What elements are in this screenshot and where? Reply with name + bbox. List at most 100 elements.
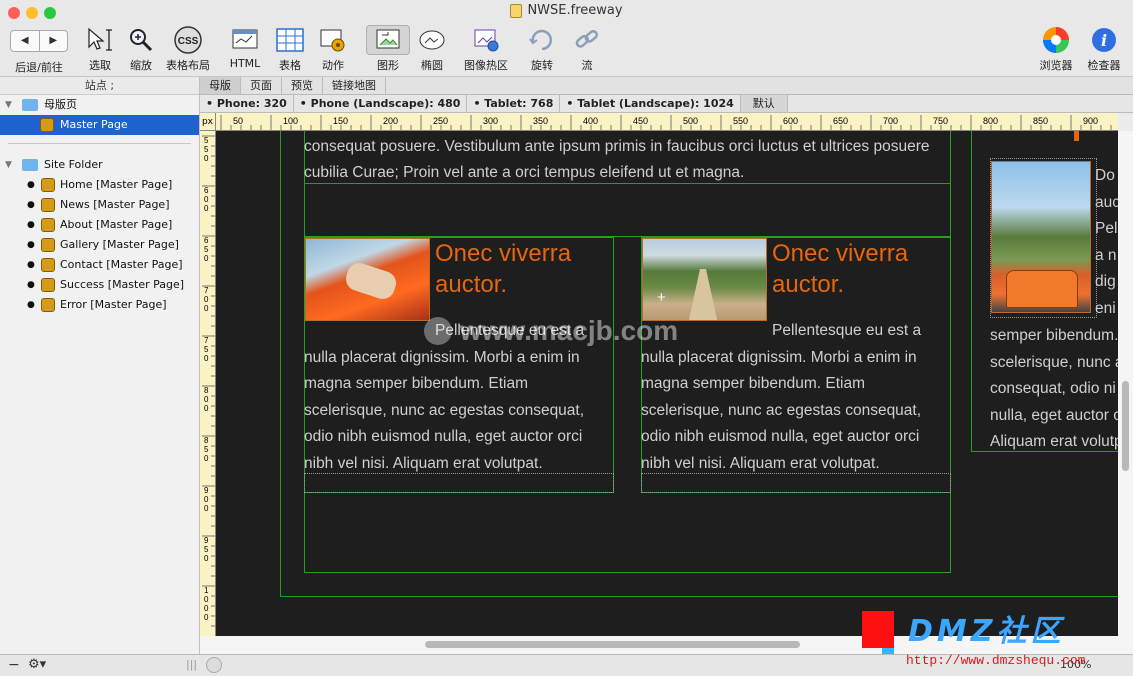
- card-right-image-frame: [990, 158, 1097, 318]
- ruler-label: 7: [204, 286, 209, 295]
- ruler-label: 300: [483, 116, 498, 126]
- ruler-label: 1: [204, 586, 209, 595]
- intro-bottom-box[interactable]: [304, 183, 951, 237]
- sidebar-page-row[interactable]: ● Home [Master Page]: [0, 175, 199, 195]
- status-bar: − ⚙▾ ||| 100% http://www.dmzshequ.com: [0, 653, 1133, 676]
- disclosure-triangle-icon[interactable]: ▼: [5, 95, 12, 115]
- flow-tool[interactable]: 流: [572, 25, 602, 73]
- remove-button[interactable]: −: [8, 657, 20, 673]
- graphic-label: 图形: [377, 59, 399, 72]
- card-body-line: magna semper bibendum. Etiam: [304, 375, 529, 393]
- horizontal-ruler: 50 100 150 200 250 300 350 400 450 500 550 600 650 70…: [216, 113, 1118, 131]
- image-hotspot-tool[interactable]: 图像热区: [462, 25, 510, 73]
- browser-color-wheel-icon: [1041, 25, 1071, 55]
- master-group-label: 母版页: [44, 98, 77, 111]
- resize-handle-icon[interactable]: |||: [186, 658, 197, 671]
- nav-segment[interactable]: ◀ ▶: [10, 30, 68, 52]
- card-middle-image[interactable]: +: [642, 238, 767, 321]
- ellipse-tool[interactable]: 椭圆: [416, 25, 448, 73]
- ruler-label: 800: [983, 116, 998, 126]
- bullet-icon: ●: [27, 180, 35, 190]
- sidebar-page-label: Success [Master Page]: [60, 278, 185, 291]
- sidebar-page-row[interactable]: ● Contact [Master Page]: [0, 255, 199, 275]
- ruler-label: 0: [204, 204, 209, 213]
- vertical-scroll-thumb[interactable]: [1122, 381, 1129, 471]
- back-button[interactable]: ◀: [11, 31, 40, 51]
- ruler-label: 0: [204, 613, 209, 622]
- sidebar-page-row[interactable]: ● Gallery [Master Page]: [0, 235, 199, 255]
- ellipse-label: 椭圆: [421, 59, 443, 72]
- ruler-label: 150: [333, 116, 348, 126]
- rotate-label: 旋转: [531, 59, 553, 72]
- info-icon: i: [1089, 25, 1119, 55]
- zoom-tool[interactable]: 缩放: [126, 25, 156, 73]
- sidebar-divider: [0, 135, 199, 155]
- ruler-label: 0: [204, 604, 209, 613]
- horizontal-scroll-thumb[interactable]: [425, 641, 800, 648]
- window-titlebar: NWSE.freeway: [0, 0, 1133, 22]
- ruler-label: 0: [204, 354, 209, 363]
- css-layout-tool[interactable]: CSS 表格布局: [163, 25, 213, 73]
- card-body-line: nulla placerat dignissim. Morbi a enim i…: [304, 348, 580, 366]
- right-column-line: a n: [1095, 246, 1117, 264]
- sidebar-header[interactable]: 站点 ;: [0, 77, 199, 95]
- ruler-label: 5: [204, 245, 209, 254]
- disclosure-triangle-icon[interactable]: ▼: [5, 155, 12, 175]
- site-folder-row[interactable]: ▼ Site Folder: [0, 155, 199, 175]
- design-canvas[interactable]: consequat posuere. Vestibulum ante ipsum…: [216, 131, 1118, 636]
- flow-label: 流: [581, 59, 593, 72]
- folder-icon: [22, 159, 38, 171]
- action-label: 动作: [322, 59, 344, 72]
- master-page-label: Master Page: [60, 118, 128, 131]
- breakpoint-phone[interactable]: • Phone: 320: [200, 95, 294, 112]
- table-tool[interactable]: 表格: [273, 25, 307, 73]
- card-body-line: nulla placerat dignissim. Morbi a enim i…: [641, 348, 917, 366]
- tab-link-map[interactable]: 链接地图: [323, 77, 386, 94]
- gear-menu-button[interactable]: ⚙▾: [28, 657, 46, 672]
- browser-button[interactable]: 浏览器: [1038, 25, 1074, 73]
- breakpoint-default[interactable]: 默认: [740, 95, 788, 112]
- right-column-line: nulla, eget auctor o: [990, 406, 1118, 424]
- zoom-label: 缩放: [130, 59, 152, 72]
- dmz-brand: DMZ社区: [908, 614, 1065, 649]
- sidebar-page-row[interactable]: ● About [Master Page]: [0, 215, 199, 235]
- sidebar-page-row[interactable]: ● News [Master Page]: [0, 195, 199, 215]
- preview-toggle-icon[interactable]: [206, 657, 222, 673]
- inspector-button[interactable]: i 检查器: [1086, 25, 1122, 73]
- forward-button[interactable]: ▶: [40, 31, 68, 51]
- master-group-row[interactable]: ▼ 母版页: [0, 95, 199, 115]
- minimize-button[interactable]: [26, 7, 38, 19]
- sidebar-page-row[interactable]: ● Success [Master Page]: [0, 275, 199, 295]
- breakpoint-tablet-landscape[interactable]: • Tablet (Landscape): 1024: [560, 95, 741, 112]
- vertical-scrollbar[interactable]: [1118, 131, 1133, 636]
- right-column-line: scelerisque, nunc a: [990, 353, 1118, 371]
- ruler-label: 850: [1033, 116, 1048, 126]
- sidebar-page-row[interactable]: ● Error [Master Page]: [0, 295, 199, 315]
- select-tool[interactable]: 选取: [84, 25, 116, 73]
- close-button[interactable]: [8, 7, 20, 19]
- page-icon: [41, 178, 55, 192]
- ruler-label: 0: [204, 504, 209, 513]
- sidebar-page-label: Contact [Master Page]: [60, 258, 183, 271]
- table-label: 表格: [279, 59, 301, 72]
- breakpoint-tablet[interactable]: • Tablet: 768: [467, 95, 561, 112]
- ruler-label: 0: [204, 154, 209, 163]
- back-forward-control[interactable]: ◀ ▶ 后退/前往: [10, 25, 68, 75]
- tab-preview[interactable]: 预览: [282, 77, 323, 94]
- sidebar-page-label: Error [Master Page]: [60, 298, 167, 311]
- ruler-label: 500: [683, 116, 698, 126]
- ruler-label: 700: [883, 116, 898, 126]
- html-label: HTML: [229, 57, 261, 70]
- html-tool[interactable]: HTML: [227, 25, 263, 70]
- ruler-label: 0: [204, 404, 209, 413]
- action-tool[interactable]: 动作: [316, 25, 350, 73]
- zoom-button[interactable]: [44, 7, 56, 19]
- master-page-row[interactable]: Master Page: [0, 115, 199, 135]
- card-left-image[interactable]: [305, 238, 430, 321]
- graphic-tool[interactable]: 图形: [366, 25, 410, 73]
- rotate-tool[interactable]: 旋转: [526, 25, 558, 73]
- breakpoint-phone-landscape[interactable]: • Phone (Landscape): 480: [294, 95, 468, 112]
- tab-page[interactable]: 页面: [241, 77, 282, 94]
- tab-master[interactable]: 母版: [200, 77, 241, 94]
- magnifier-icon: [126, 25, 156, 55]
